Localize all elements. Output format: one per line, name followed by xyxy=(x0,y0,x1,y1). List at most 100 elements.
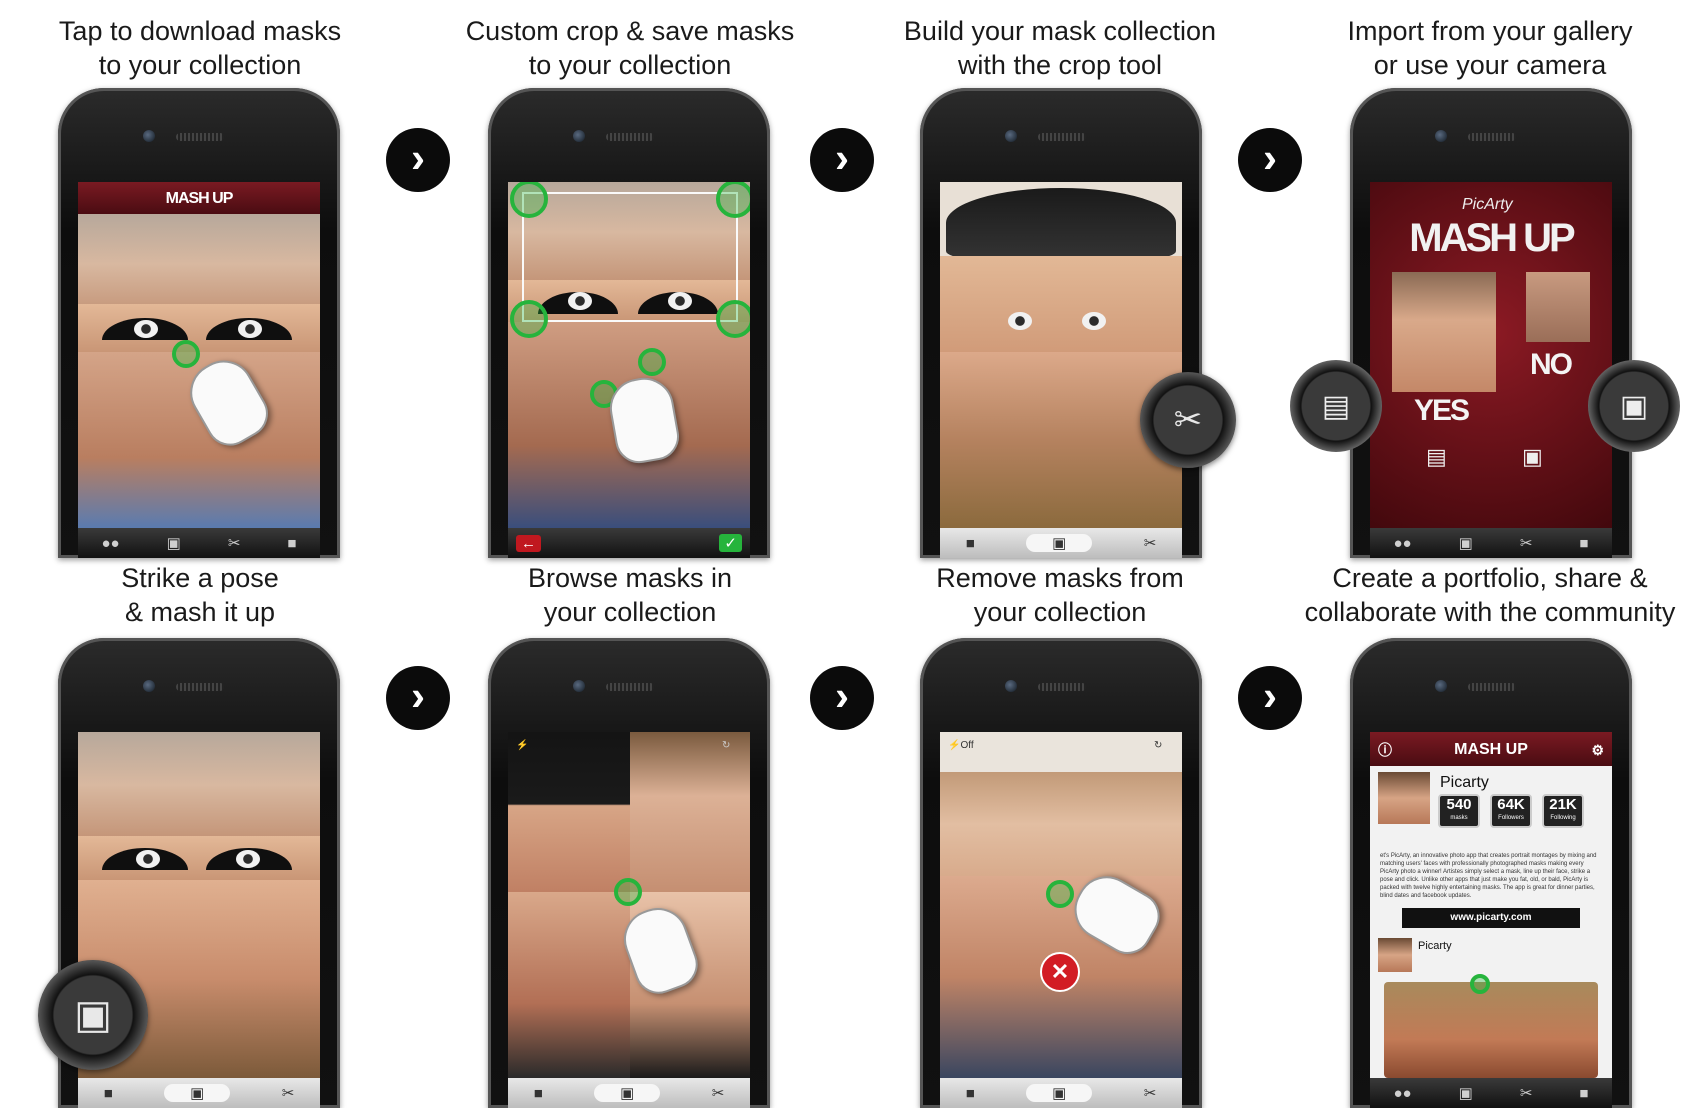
brand-title: MASH UP xyxy=(78,182,320,214)
speaker-grille xyxy=(176,683,224,691)
stat-followers[interactable]: 64K Followers xyxy=(1490,794,1532,828)
people-icon[interactable]: ●● xyxy=(1394,535,1412,552)
brand-mashup-text: MASH UP xyxy=(165,190,234,207)
police-hat xyxy=(946,188,1176,258)
caption-line2: with the crop tool xyxy=(957,50,1163,80)
profile-bio: et's PicArty, an innovative photo app th… xyxy=(1380,853,1597,899)
mask-tile[interactable] xyxy=(508,732,630,892)
crop-frame[interactable] xyxy=(522,192,738,322)
drag-handle[interactable] xyxy=(614,878,642,906)
back-arrow-icon[interactable]: ← xyxy=(516,534,541,552)
sample-face xyxy=(1392,272,1496,392)
user-icon[interactable]: ■ xyxy=(966,535,975,552)
flash-toggle[interactable]: ⚡Off xyxy=(948,740,974,751)
user-icon[interactable]: ■ xyxy=(104,1085,113,1102)
camera-icon[interactable]: ▣ xyxy=(164,1084,231,1102)
camera-icon[interactable]: ▣ xyxy=(167,534,181,552)
avatar[interactable] xyxy=(1378,772,1430,824)
post-image[interactable] xyxy=(1384,982,1598,1078)
camera-icon[interactable]: ▣ xyxy=(1026,1084,1093,1102)
chevron-right-icon: › xyxy=(386,666,450,730)
scissors-icon[interactable]: ✂ xyxy=(1144,1084,1157,1102)
people-icon[interactable]: ●● xyxy=(1394,1085,1412,1102)
tab-bar: ●● ▣ ✂ ■ xyxy=(78,528,320,558)
pinch-handle[interactable] xyxy=(638,348,666,376)
caption: Build your mask collection with the crop… xyxy=(860,14,1260,82)
gear-icon[interactable]: ⚙ xyxy=(1591,732,1604,768)
front-camera xyxy=(1005,680,1017,692)
mask-tile[interactable] xyxy=(630,732,750,892)
eyeball xyxy=(1082,312,1106,330)
speaker-grille xyxy=(606,133,654,141)
camera-icon[interactable]: ▣ xyxy=(1522,444,1543,470)
caption-line2: & mash it up xyxy=(124,597,276,627)
profile-header: ⓘ MASH UP ⚙ xyxy=(1370,732,1612,766)
caption-line1: Tap to download masks xyxy=(58,16,342,46)
caption: Remove masks from your collection xyxy=(860,561,1260,629)
user-icon[interactable]: ■ xyxy=(1579,1085,1588,1102)
stat-masks[interactable]: 540 masks xyxy=(1438,794,1480,828)
flash-icon[interactable]: ⚡ xyxy=(516,740,528,751)
front-camera xyxy=(573,680,585,692)
crop-handle[interactable] xyxy=(510,300,548,338)
scissors-icon[interactable]: ✂ xyxy=(1144,534,1157,552)
camera-icon[interactable]: ▣ xyxy=(594,1084,661,1102)
scissors-icon[interactable]: ✂ xyxy=(282,1084,295,1102)
stat-value: 540 xyxy=(1446,796,1472,813)
switch-camera-icon[interactable]: ↻ xyxy=(722,740,730,751)
flash-icon: ⚡ xyxy=(948,740,961,751)
camera-icon[interactable]: ▣ xyxy=(38,960,148,1070)
tab-bar: ●● ▣ ✂ ■ xyxy=(1370,528,1612,558)
speaker-grille xyxy=(176,133,224,141)
scissors-icon[interactable]: ✂ xyxy=(1140,372,1236,468)
chevron-right-icon: › xyxy=(1238,128,1302,192)
post-author: Picarty xyxy=(1418,940,1452,952)
drag-handle[interactable] xyxy=(1046,880,1074,908)
stat-following[interactable]: 21K Following xyxy=(1542,794,1584,828)
checkmark-icon[interactable]: ✓ xyxy=(719,534,742,552)
caption-line2: your collection xyxy=(973,597,1147,627)
phone-build: ■ ▣ ✂ xyxy=(920,88,1202,558)
stat-label: Followers xyxy=(1498,815,1524,821)
user-icon[interactable]: ■ xyxy=(1579,535,1588,552)
people-icon[interactable]: ●● xyxy=(102,535,120,552)
tab-bar: ●● ▣ ✂ ■ xyxy=(1370,1078,1612,1108)
camera-icon[interactable]: ▣ xyxy=(1459,1084,1473,1102)
drag-handle[interactable] xyxy=(1470,974,1490,994)
scissors-icon[interactable]: ✂ xyxy=(1520,534,1533,552)
no-label: NO xyxy=(1530,348,1573,381)
gallery-icon[interactable]: ▤ xyxy=(1290,360,1382,452)
user-icon[interactable]: ■ xyxy=(966,1085,975,1102)
caption: Create a portfolio, share & collaborate … xyxy=(1290,561,1690,629)
stat-label: masks xyxy=(1450,815,1468,821)
close-icon[interactable]: ✕ xyxy=(1040,952,1080,992)
chevron-right-icon: › xyxy=(1238,666,1302,730)
gallery-icon[interactable]: ▤ xyxy=(1426,444,1447,470)
info-icon[interactable]: ⓘ xyxy=(1378,732,1392,768)
screen: PicArty MASH UP YES NO ▤ ▣ ●● ▣ ✂ ■ xyxy=(1370,182,1612,558)
crop-handle[interactable] xyxy=(716,300,750,338)
drag-handle[interactable] xyxy=(172,340,200,368)
phone-remove: ⚡Off ↻ ✕ ■ ▣ ✂ xyxy=(920,638,1202,1108)
screen: ⚡ ↻ ■ ▣ ✂ xyxy=(508,732,750,1108)
tab-bar: ■ ▣ ✂ xyxy=(940,1078,1182,1108)
website-link[interactable]: www.picarty.com xyxy=(1402,908,1580,928)
user-icon[interactable]: ■ xyxy=(534,1085,543,1102)
camera-icon[interactable]: ▣ xyxy=(1459,534,1473,552)
caption-line1: Custom crop & save masks xyxy=(465,16,795,46)
scissors-icon[interactable]: ✂ xyxy=(1520,1084,1533,1102)
crop-handle[interactable] xyxy=(716,182,750,218)
user-icon[interactable]: ■ xyxy=(287,535,296,552)
phone-crop: ← ✓ xyxy=(488,88,770,558)
mask-tile[interactable] xyxy=(508,892,630,1078)
caption-line2: to your collection xyxy=(98,50,302,80)
front-camera xyxy=(1435,130,1447,142)
post-avatar[interactable] xyxy=(1378,938,1412,972)
caption-line1: Remove masks from xyxy=(936,563,1184,593)
camera-icon[interactable]: ▣ xyxy=(1588,360,1680,452)
scissors-icon[interactable]: ✂ xyxy=(712,1084,725,1102)
camera-icon[interactable]: ▣ xyxy=(1026,534,1093,552)
mask-forehead xyxy=(78,214,320,314)
scissors-icon[interactable]: ✂ xyxy=(228,534,241,552)
switch-camera-icon[interactable]: ↻ xyxy=(1154,740,1162,751)
